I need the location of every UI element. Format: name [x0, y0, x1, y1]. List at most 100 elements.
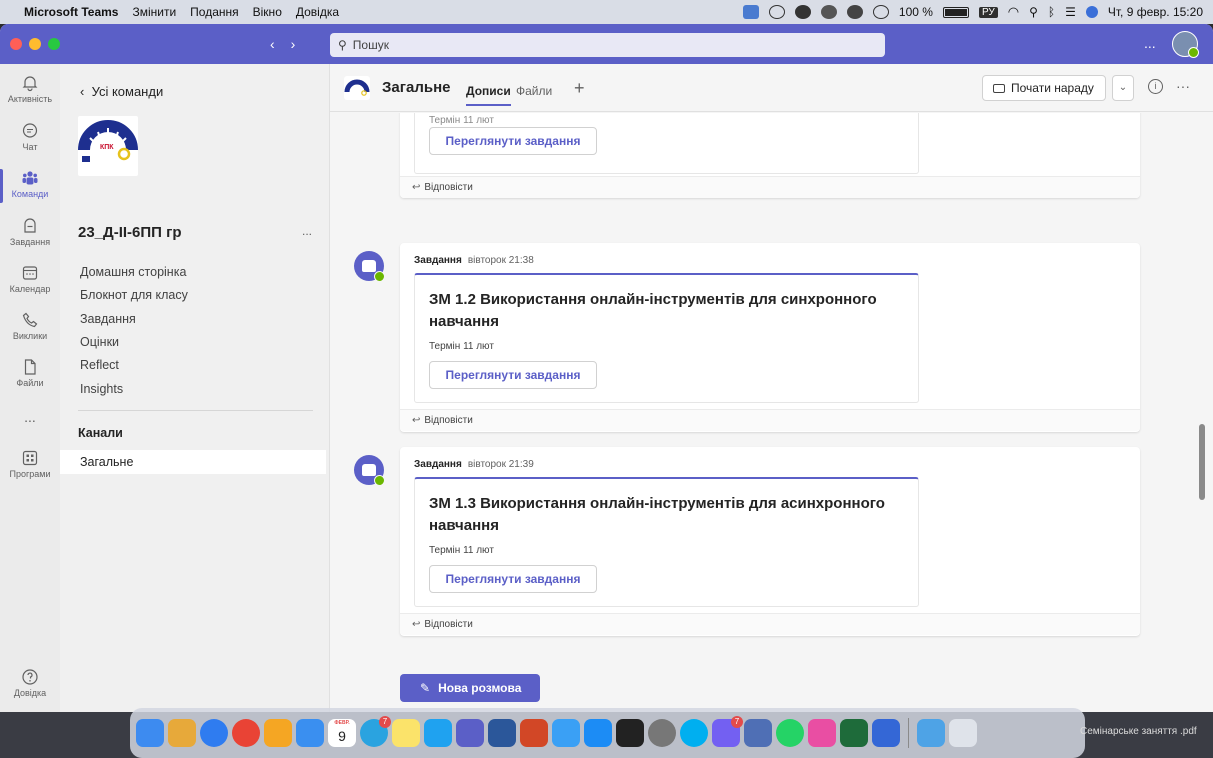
menu-view[interactable]: Подання — [190, 5, 238, 19]
close-window-button[interactable] — [10, 38, 22, 50]
search-input[interactable]: ⚲ Пошук — [330, 33, 885, 57]
back-arrow-icon[interactable]: ‹ — [270, 36, 275, 52]
powerpoint-icon[interactable] — [520, 719, 548, 747]
assignments-bot-avatar[interactable] — [354, 251, 385, 282]
rail-apps[interactable]: Програми — [0, 449, 60, 479]
teamviewer-icon[interactable] — [424, 719, 452, 747]
reply-button[interactable]: ↩ Відповісти — [400, 176, 1140, 198]
mail-icon[interactable] — [296, 719, 324, 747]
team-nav-home[interactable]: Домашня сторінка — [80, 265, 186, 279]
green-app-icon[interactable] — [840, 719, 868, 747]
menu-window[interactable]: Вікно — [253, 5, 282, 19]
assignment-title: ЗМ 1.2 Використання онлайн-інструментів … — [429, 291, 877, 330]
input-language[interactable]: РУ — [978, 6, 998, 18]
rail-assignments[interactable]: Завдання — [0, 217, 60, 247]
freeform-icon[interactable] — [552, 719, 580, 747]
finder-icon[interactable] — [136, 719, 164, 747]
new-conversation-button[interactable]: ✎ Нова розмова — [400, 674, 540, 702]
app-store-icon[interactable] — [584, 719, 612, 747]
rail-teams[interactable]: Команди — [0, 169, 60, 203]
view-assignment-button[interactable]: Переглянути завдання — [429, 565, 597, 593]
word-icon[interactable] — [488, 719, 516, 747]
rail-activity[interactable]: Активність — [0, 74, 60, 104]
team-logo[interactable]: КПК — [78, 116, 138, 176]
app-status-icon[interactable] — [820, 5, 837, 19]
calendar-app-icon[interactable]: ФЕВР. 9 — [328, 719, 356, 747]
teams-app-icon[interactable] — [456, 719, 484, 747]
clock[interactable]: Чт, 9 февр. 15:20 — [1108, 5, 1203, 19]
safari-icon[interactable] — [200, 719, 228, 747]
all-teams-link[interactable]: ‹ Усі команди — [80, 84, 163, 99]
header-more-button[interactable]: ··· — [1176, 78, 1190, 94]
rail-chat[interactable]: Чат — [0, 122, 60, 152]
viva-icon[interactable] — [808, 719, 836, 747]
apps-icon — [22, 450, 38, 466]
whatsapp-icon[interactable] — [776, 719, 804, 747]
menubar-app-name[interactable]: Microsoft Teams — [24, 5, 118, 19]
channel-team-logo — [344, 76, 370, 100]
dropbox-icon[interactable] — [794, 5, 811, 19]
reply-button[interactable]: ↩ Відповісти — [400, 613, 1140, 635]
posts-scrollbar[interactable] — [1199, 424, 1205, 500]
profile-avatar[interactable] — [1172, 31, 1199, 58]
rail-calls[interactable]: Виклики — [0, 311, 60, 341]
meeting-options-dropdown[interactable]: ⌄ — [1112, 75, 1134, 101]
viber-status-icon[interactable] — [846, 5, 863, 19]
tab-files[interactable]: Файли — [516, 84, 552, 98]
tab-posts[interactable]: Дописи — [466, 84, 511, 106]
reply-button[interactable]: ↩ Відповісти — [400, 409, 1140, 431]
posts-feed: Термін 11 лют Переглянути завдання ↩ Відп… — [330, 113, 1213, 712]
menu-help[interactable]: Довідка — [296, 5, 339, 19]
add-tab-button[interactable]: + — [574, 78, 585, 99]
settings-icon[interactable] — [648, 719, 676, 747]
channel-general[interactable]: Загальне — [60, 450, 326, 474]
siri-icon[interactable] — [1085, 6, 1098, 18]
forward-arrow-icon[interactable]: › — [291, 36, 296, 52]
rail-help[interactable]: Довідка — [0, 668, 60, 698]
skype-icon[interactable] — [680, 719, 708, 747]
info-icon[interactable]: i — [1148, 79, 1163, 94]
wifi-icon[interactable]: ◠ — [1008, 4, 1019, 20]
control-center-icon[interactable]: ☰ — [1065, 5, 1076, 19]
launchpad-icon[interactable] — [168, 719, 196, 747]
settings-more-button[interactable]: ... — [1144, 35, 1156, 51]
team-nav-class-notebook[interactable]: Блокнот для класу — [80, 288, 188, 302]
rail-more[interactable]: ... — [0, 409, 60, 425]
zoom-window-button[interactable] — [48, 38, 60, 50]
preview-icon[interactable] — [744, 719, 772, 747]
rail-calendar[interactable]: Календар — [0, 264, 60, 294]
team-panel: ‹ Усі команди КПК 23_Д-ІІ-6ПП гр ... Дом… — [60, 64, 330, 712]
trash-icon[interactable] — [949, 719, 977, 747]
screen-icon[interactable] — [742, 5, 759, 19]
chrome-icon[interactable] — [232, 719, 260, 747]
view-assignment-button[interactable]: Переглянути завдання — [429, 361, 597, 389]
team-nav-grades[interactable]: Оцінки — [80, 335, 119, 349]
assignments-bot-avatar[interactable] — [354, 455, 385, 486]
pencil-app-icon[interactable] — [872, 719, 900, 747]
minimize-window-button[interactable] — [29, 38, 41, 50]
view-assignment-button[interactable]: Переглянути завдання — [429, 127, 597, 155]
telegram-icon[interactable]: 7 — [360, 716, 391, 747]
post-author[interactable]: Завдання — [414, 459, 462, 470]
desktop-file-label[interactable]: Семінарське заняття .pdf — [1080, 726, 1197, 737]
vpn-icon[interactable] — [768, 5, 785, 19]
assignment-card[interactable]: ЗМ 1.3 Використання онлайн-інструментів … — [414, 477, 919, 607]
bluetooth-icon[interactable]: ᛒ — [1048, 5, 1055, 19]
team-more-options[interactable]: ... — [302, 224, 312, 238]
post-author[interactable]: Завдання — [414, 255, 462, 266]
rail-files[interactable]: Файли — [0, 358, 60, 388]
menu-edit[interactable]: Змінити — [132, 5, 176, 19]
start-meeting-button[interactable]: Почати нараду — [982, 75, 1106, 101]
spotlight-icon[interactable]: ⚲ — [1029, 5, 1038, 19]
downloads-folder-icon[interactable] — [917, 719, 945, 747]
team-nav-reflect[interactable]: Reflect — [80, 358, 119, 372]
team-nav-insights[interactable]: Insights — [80, 382, 123, 396]
team-nav-assignments[interactable]: Завдання — [80, 312, 136, 326]
photos-icon[interactable] — [264, 719, 292, 747]
play-icon[interactable] — [872, 5, 889, 19]
calculator-icon[interactable] — [616, 719, 644, 747]
assignment-card[interactable]: ЗМ 1.2 Використання онлайн-інструментів … — [414, 273, 919, 403]
battery-icon[interactable] — [942, 6, 969, 18]
viber-icon[interactable]: 7 — [712, 716, 743, 747]
notes-icon[interactable] — [392, 719, 420, 747]
